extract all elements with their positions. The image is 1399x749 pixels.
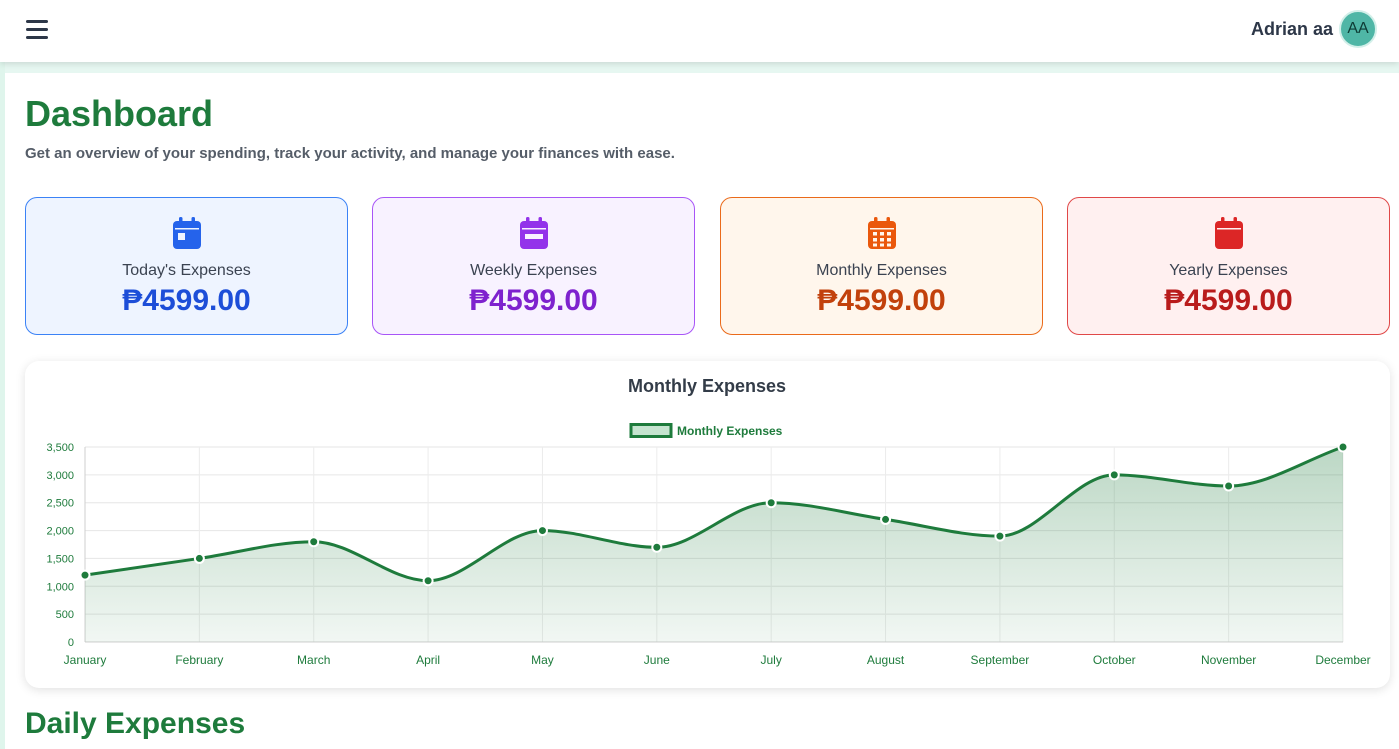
data-point[interactable] xyxy=(765,497,777,509)
data-point[interactable] xyxy=(1108,469,1120,481)
calendar-icon xyxy=(1068,217,1389,249)
x-tick-label: October xyxy=(1093,653,1136,667)
x-tick-label: July xyxy=(761,653,782,667)
x-tick-label: February xyxy=(175,653,223,667)
y-tick-label: 2,500 xyxy=(46,498,74,510)
y-axis: 0 500 1,000 1,500 2,000 2,500 3,000 3,500 xyxy=(46,442,74,649)
chart-title: Monthly Expenses xyxy=(628,376,786,396)
data-point[interactable] xyxy=(880,513,892,525)
legend-swatch xyxy=(629,423,673,438)
data-point[interactable] xyxy=(308,536,320,548)
calendar-week-icon xyxy=(373,217,694,249)
y-tick-label: 1,500 xyxy=(46,553,74,565)
data-point[interactable] xyxy=(79,569,91,581)
user-menu[interactable]: Adrian aa AA xyxy=(1251,10,1377,48)
monthly-expenses-chart: Monthly Expenses Monthly Expenses 0 500 1,… xyxy=(25,361,1390,688)
x-tick-label: January xyxy=(64,653,107,667)
card-label: Today's Expenses xyxy=(122,262,251,279)
calendar-month-icon xyxy=(721,217,1042,249)
page-subtitle: Get an overview of your spending, track … xyxy=(25,145,675,162)
x-tick-label: May xyxy=(531,653,554,667)
y-tick-label: 500 xyxy=(56,609,74,621)
y-tick-label: 0 xyxy=(68,637,74,649)
card-label: Weekly Expenses xyxy=(470,262,597,279)
yearly-expenses-card: Yearly Expenses ₱4599.00 xyxy=(1067,197,1390,335)
header-band xyxy=(0,62,1399,73)
x-tick-label: September xyxy=(971,653,1030,667)
todays-expenses-card: Today's Expenses ₱4599.00 xyxy=(25,197,348,335)
x-tick-label: March xyxy=(297,653,330,667)
x-tick-label: August xyxy=(867,653,905,667)
page-title: Dashboard xyxy=(25,93,214,134)
data-point[interactable] xyxy=(193,552,205,564)
data-point[interactable] xyxy=(422,575,434,587)
top-bar: Adrian aa AA xyxy=(0,0,1399,62)
x-tick-label: November xyxy=(1201,653,1256,667)
y-tick-label: 2,000 xyxy=(46,526,74,538)
x-tick-label: April xyxy=(416,653,440,667)
data-point[interactable] xyxy=(994,530,1006,542)
card-amount: ₱4599.00 xyxy=(469,284,598,317)
data-point[interactable] xyxy=(1337,441,1349,453)
chart-legend[interactable]: Monthly Expenses xyxy=(629,423,783,438)
x-tick-label: December xyxy=(1315,653,1370,667)
data-point[interactable] xyxy=(1223,480,1235,492)
calendar-day-icon xyxy=(26,217,347,249)
card-amount: ₱4599.00 xyxy=(122,284,251,317)
data-point[interactable] xyxy=(536,525,548,537)
monthly-expenses-card: Monthly Expenses ₱4599.00 xyxy=(720,197,1043,335)
data-point[interactable] xyxy=(651,541,663,553)
chart-svg: Monthly Expenses Monthly Expenses 0 500 1,… xyxy=(46,376,1371,667)
weekly-expenses-card: Weekly Expenses ₱4599.00 xyxy=(372,197,695,335)
x-tick-label: June xyxy=(644,653,670,667)
hamburger-menu-icon[interactable] xyxy=(26,20,48,40)
card-label: Monthly Expenses xyxy=(816,262,947,279)
card-amount: ₱4599.00 xyxy=(1164,284,1293,317)
card-label: Yearly Expenses xyxy=(1169,262,1288,279)
avatar[interactable]: AA xyxy=(1339,10,1377,48)
legend-label: Monthly Expenses xyxy=(677,424,783,438)
y-tick-label: 3,500 xyxy=(46,442,74,454)
daily-expenses-title: Daily Expenses xyxy=(25,707,246,740)
y-tick-label: 3,000 xyxy=(46,470,74,482)
x-axis: January February March April May June July Augu… xyxy=(64,653,1371,667)
user-name[interactable]: Adrian aa xyxy=(1251,19,1333,40)
main-content: Dashboard Get an overview of your spendi… xyxy=(5,73,1399,749)
y-tick-label: 1,000 xyxy=(46,581,74,593)
card-amount: ₱4599.00 xyxy=(817,284,946,317)
